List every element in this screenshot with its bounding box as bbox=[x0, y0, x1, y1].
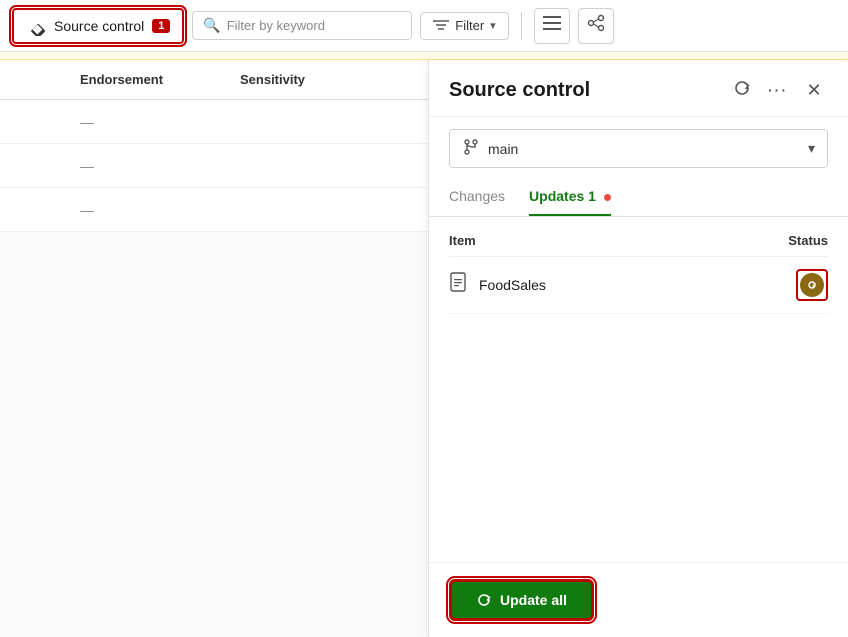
list-icon bbox=[543, 16, 561, 35]
updates-tab-label: Updates 1 bbox=[529, 188, 596, 204]
search-placeholder: Filter by keyword bbox=[227, 18, 325, 33]
item-file-icon bbox=[449, 272, 469, 299]
panel-title: Source control bbox=[449, 79, 590, 102]
update-all-section: Update all bbox=[429, 562, 848, 637]
filter-label: Filter bbox=[455, 18, 484, 33]
changes-tab-label: Changes bbox=[449, 188, 505, 204]
tab-changes[interactable]: Changes bbox=[449, 180, 505, 216]
close-button[interactable]: ✕ bbox=[800, 76, 828, 104]
table-row: — bbox=[0, 100, 428, 144]
diamond-icon bbox=[26, 16, 46, 36]
items-header: Item Status bbox=[449, 233, 828, 257]
tab-updates[interactable]: Updates 1 bbox=[529, 180, 611, 216]
filter-chevron-icon: ▾ bbox=[490, 19, 496, 32]
panel-header: Source control ··· ✕ bbox=[429, 60, 848, 117]
branch-name: main bbox=[488, 141, 518, 157]
notification-badge: 1 bbox=[152, 19, 170, 33]
toolbar-divider bbox=[521, 12, 522, 40]
main-content: Endorsement Sensitivity — — — Source con… bbox=[0, 60, 848, 637]
tabs: Changes Updates 1 bbox=[429, 180, 848, 217]
notification-bar bbox=[0, 52, 848, 60]
list-item: FoodSales bbox=[449, 257, 828, 314]
source-control-button[interactable]: Source control 1 bbox=[12, 8, 184, 44]
graph-icon bbox=[587, 14, 605, 37]
item-name: FoodSales bbox=[479, 277, 546, 293]
item-status-badge bbox=[796, 269, 828, 301]
status-column-header: Status bbox=[788, 233, 828, 248]
search-icon: 🔍 bbox=[203, 17, 220, 34]
branch-icon bbox=[462, 138, 480, 159]
update-all-icon bbox=[476, 592, 492, 608]
source-control-panel: Source control ··· ✕ bbox=[428, 60, 848, 637]
endorsement-column-header: Endorsement bbox=[80, 72, 240, 87]
table-row: — bbox=[0, 144, 428, 188]
more-options-button[interactable]: ··· bbox=[764, 76, 792, 104]
search-box: 🔍 Filter by keyword bbox=[192, 11, 412, 40]
item-column-header: Item bbox=[449, 233, 476, 248]
endorsement-cell: — bbox=[80, 114, 240, 130]
update-all-button[interactable]: Update all bbox=[449, 579, 594, 621]
toolbar: Source control 1 🔍 Filter by keyword Fil… bbox=[0, 0, 848, 52]
refresh-icon bbox=[733, 79, 751, 102]
sensitivity-column-header: Sensitivity bbox=[240, 72, 360, 87]
items-section: Item Status FoodSales bbox=[429, 217, 848, 562]
filter-button[interactable]: Filter ▾ bbox=[420, 12, 508, 40]
endorsement-cell: — bbox=[80, 202, 240, 218]
left-panel: Endorsement Sensitivity — — — bbox=[0, 60, 428, 637]
refresh-button[interactable] bbox=[728, 76, 756, 104]
branch-chevron-icon: ▾ bbox=[808, 140, 815, 157]
updates-tab-dot bbox=[604, 194, 611, 201]
filter-lines-icon bbox=[433, 18, 449, 34]
ellipsis-icon: ··· bbox=[768, 82, 788, 98]
close-icon: ✕ bbox=[806, 80, 821, 101]
endorsement-cell: — bbox=[80, 158, 240, 174]
graph-view-button[interactable] bbox=[578, 8, 614, 44]
source-control-label: Source control bbox=[54, 18, 144, 34]
update-all-label: Update all bbox=[500, 592, 567, 608]
list-view-button[interactable] bbox=[534, 8, 570, 44]
panel-actions: ··· ✕ bbox=[728, 76, 828, 104]
table-row: — bbox=[0, 188, 428, 232]
branch-dropdown[interactable]: main ▾ bbox=[449, 129, 828, 168]
table-header: Endorsement Sensitivity bbox=[0, 60, 428, 100]
status-circle-icon bbox=[800, 273, 824, 297]
